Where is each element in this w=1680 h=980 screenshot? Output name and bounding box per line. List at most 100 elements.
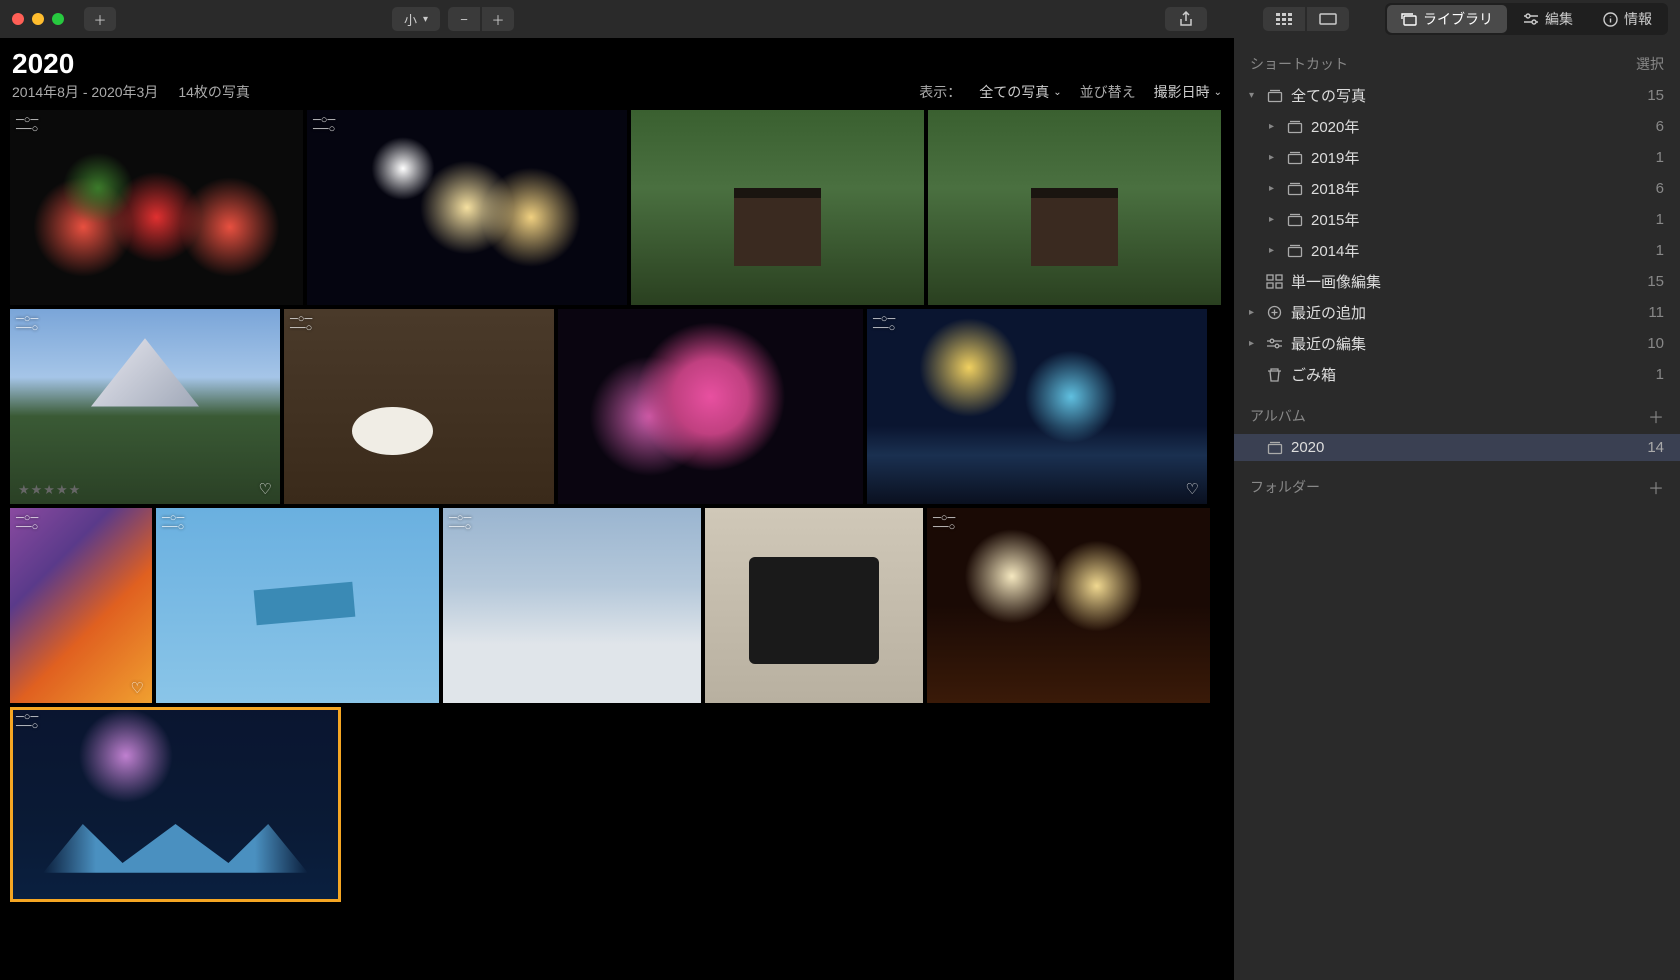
- thumbnail[interactable]: ─○───○: [307, 110, 627, 305]
- sidebar-item-count: 10: [1647, 335, 1664, 352]
- sidebar-item-label: 2020年: [1311, 116, 1359, 137]
- disclosure-triangle[interactable]: ▸: [1266, 245, 1277, 256]
- size-dropdown[interactable]: 小 ▾: [392, 7, 440, 31]
- sidebar-item-count: 14: [1647, 439, 1664, 456]
- library-icon: [1401, 12, 1417, 26]
- thumbnail[interactable]: [631, 110, 924, 305]
- thumbnail[interactable]: [558, 309, 863, 504]
- sidebar-item-label: 2014年: [1311, 240, 1359, 261]
- sidebar-item-label: 最近の追加: [1291, 302, 1366, 323]
- sort-dropdown[interactable]: 撮影日時 ⌄: [1154, 82, 1222, 102]
- photo-count: 14枚の写真: [178, 82, 250, 102]
- thumbnail[interactable]: ─○───○: [156, 508, 439, 703]
- minimize-window[interactable]: [32, 13, 44, 25]
- thumbnail[interactable]: ─○───○: [443, 508, 701, 703]
- sidebar-item-count: 1: [1656, 242, 1664, 259]
- thumbnail[interactable]: ─○───○ ♡: [867, 309, 1207, 504]
- rectangle-icon: [1319, 13, 1337, 25]
- single-view-button[interactable]: [1307, 7, 1349, 31]
- thumbnail[interactable]: [928, 110, 1221, 305]
- sidebar-item[interactable]: ▸2020年6: [1234, 111, 1680, 142]
- sliders-icon: [1523, 12, 1539, 26]
- sidebar-item-label: 2020: [1291, 439, 1324, 456]
- disclosure-triangle[interactable]: ▸: [1266, 183, 1277, 194]
- sidebar-item[interactable]: ▸ 最近の編集 10: [1234, 328, 1680, 359]
- sidebar-item[interactable]: 単一画像編集15: [1234, 266, 1680, 297]
- album-title: 2020: [12, 48, 1222, 80]
- grid-icon: [1276, 13, 1292, 25]
- chevron-down-icon: ▾: [423, 14, 428, 25]
- sidebar-item-count: 1: [1656, 149, 1664, 166]
- shortcuts-header: ショートカット: [1250, 54, 1348, 74]
- adjustments-icon: ─○───○: [933, 514, 955, 532]
- close-window[interactable]: [12, 13, 24, 25]
- plus-icon: ＋: [492, 10, 505, 29]
- add-album-button[interactable]: ＋: [1648, 404, 1664, 428]
- disclosure-triangle[interactable]: ▸: [1246, 338, 1257, 349]
- sidebar-item-label: 最近の編集: [1291, 333, 1366, 354]
- zoom-in-button[interactable]: ＋: [482, 7, 514, 31]
- show-label: 表示：: [919, 82, 961, 102]
- select-link[interactable]: 選択: [1636, 54, 1664, 74]
- add-button[interactable]: ＋: [84, 7, 116, 31]
- zoom-out-button[interactable]: −: [448, 7, 480, 31]
- sidebar-item-label: 2019年: [1311, 147, 1359, 168]
- tab-edit[interactable]: 編集: [1509, 5, 1587, 33]
- adjustments-icon: ─○───○: [16, 116, 38, 134]
- disclosure-triangle[interactable]: ▾: [1246, 90, 1257, 101]
- heart-icon: ♡: [131, 679, 144, 697]
- add-folder-button[interactable]: ＋: [1648, 475, 1664, 499]
- grid-icon: [1265, 274, 1283, 289]
- sidebar-item-label: 2018年: [1311, 178, 1359, 199]
- plus-circle-icon: [1265, 305, 1283, 320]
- stack-icon: [1285, 243, 1303, 258]
- titlebar: ＋ 小 ▾ − ＋ ライブラリ: [0, 0, 1680, 38]
- disclosure-triangle[interactable]: ▸: [1266, 214, 1277, 225]
- sidebar-item-label: 単一画像編集: [1291, 271, 1381, 292]
- mode-tabs: ライブラリ 編集 情報: [1385, 3, 1668, 35]
- tab-info[interactable]: 情報: [1589, 5, 1666, 33]
- sidebar-item-label: 2015年: [1311, 209, 1359, 230]
- chevron-down-icon: ⌄: [1053, 87, 1061, 98]
- adjustments-icon: ─○───○: [162, 514, 184, 532]
- sidebar-item[interactable]: ▸ 2014年 1: [1234, 235, 1680, 266]
- show-filter-dropdown[interactable]: 全ての写真 ⌄: [979, 82, 1061, 102]
- sidebar-item[interactable]: ▸ 2019年 1: [1234, 142, 1680, 173]
- main-content: 2020 2014年8月 - 2020年3月 14枚の写真 表示： 全ての写真 …: [0, 38, 1234, 980]
- folders-header: フォルダー: [1250, 477, 1320, 497]
- sidebar: ショートカット 選択 ▾全ての写真15▸2020年6▸2019年1▸2018年6…: [1234, 38, 1680, 980]
- adjustments-icon: ─○───○: [16, 514, 38, 532]
- sidebar-item[interactable]: ▸ 最近の追加 11: [1234, 297, 1680, 328]
- sidebar-item[interactable]: 2020 14: [1234, 434, 1680, 461]
- sidebar-item[interactable]: ごみ箱1: [1234, 359, 1680, 390]
- sidebar-item-count: 11: [1648, 304, 1664, 321]
- share-button[interactable]: [1165, 7, 1207, 31]
- sidebar-item-count: 15: [1647, 87, 1664, 104]
- adjustments-icon: ─○───○: [873, 315, 895, 333]
- disclosure-triangle[interactable]: ▸: [1266, 121, 1277, 132]
- sidebar-item-label: ごみ箱: [1291, 364, 1336, 385]
- stack-icon: [1265, 440, 1283, 455]
- chevron-down-icon: ⌄: [1214, 87, 1222, 98]
- tab-library[interactable]: ライブラリ: [1387, 5, 1507, 33]
- disclosure-triangle[interactable]: ▸: [1246, 307, 1257, 318]
- albums-header: アルバム: [1250, 406, 1306, 426]
- thumbnail[interactable]: [705, 508, 923, 703]
- sidebar-item[interactable]: ▸2018年6: [1234, 173, 1680, 204]
- thumbnail[interactable]: ─○───○ ♡: [10, 508, 152, 703]
- thumbnail[interactable]: ─○───○: [10, 110, 303, 305]
- content-header: 2020 2014年8月 - 2020年3月 14枚の写真 表示： 全ての写真 …: [0, 38, 1234, 108]
- sidebar-item[interactable]: ▸2015年1: [1234, 204, 1680, 235]
- disclosure-triangle[interactable]: ▸: [1266, 152, 1277, 163]
- stack-icon: [1285, 150, 1303, 165]
- stack-icon: [1285, 119, 1303, 134]
- thumbnail[interactable]: ─○───○: [284, 309, 554, 504]
- zoom-window[interactable]: [52, 13, 64, 25]
- thumbnail[interactable]: ─○───○: [10, 707, 341, 902]
- thumbnail[interactable]: ─○───○♡★★★★★: [10, 309, 280, 504]
- heart-icon: ♡: [1186, 480, 1199, 498]
- sidebar-item[interactable]: ▾ 全ての写真 15: [1234, 80, 1680, 111]
- grid-view-button[interactable]: [1263, 7, 1305, 31]
- thumbnail[interactable]: ─○───○: [927, 508, 1210, 703]
- sidebar-item-label: 全ての写真: [1291, 85, 1366, 106]
